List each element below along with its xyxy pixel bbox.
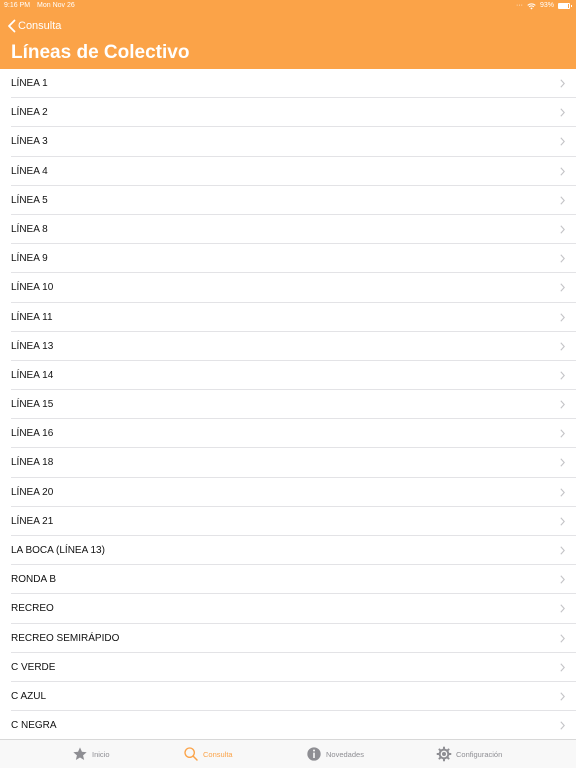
chevron-right-icon: [560, 137, 565, 146]
chevron-right-icon: [560, 342, 565, 351]
chevron-right-icon: [560, 458, 565, 468]
list-item-label: C VERDE: [11, 661, 56, 673]
list-item[interactable]: RECREO SEMIRÁPIDO: [0, 624, 576, 653]
tab-consulta[interactable]: Consulta: [183, 740, 233, 768]
list-item-label: LÍNEA 18: [11, 457, 54, 469]
list-item[interactable]: LÍNEA 5: [0, 186, 576, 216]
list-item[interactable]: LÍNEA 20: [0, 478, 576, 508]
list-item[interactable]: RECREO: [0, 594, 576, 624]
list-item[interactable]: LÍNEA 14: [0, 361, 576, 391]
star-icon: [73, 747, 87, 760]
chevron-right-icon: [560, 312, 565, 322]
chevron-right-icon: [560, 196, 565, 205]
chevron-right-icon: [560, 692, 565, 701]
chevron-right-icon: [560, 604, 565, 613]
more-dots-icon: ···: [515, 2, 523, 9]
tab-label: Consulta: [203, 749, 233, 759]
battery-fill: [559, 4, 569, 8]
list-item[interactable]: LÍNEA 11: [0, 303, 576, 332]
tab-inicio[interactable]: Inicio: [72, 740, 110, 768]
list-item-label: RECREO: [11, 603, 54, 615]
chevron-right-icon: [560, 546, 565, 555]
info-icon: [307, 747, 321, 761]
list-item-label: RECREO SEMIRÁPIDO: [11, 632, 120, 644]
list-item[interactable]: LÍNEA 10: [0, 273, 576, 303]
chevron-right-icon: [560, 488, 565, 497]
list-item-label: LÍNEA 15: [11, 399, 54, 411]
list-item[interactable]: LÍNEA 8: [0, 215, 576, 245]
list-item-label: LÍNEA 8: [11, 223, 48, 235]
list-item-label: LÍNEA 4: [11, 165, 48, 177]
list-item-label: LÍNEA 5: [11, 194, 48, 206]
chevron-right-icon: [560, 400, 565, 409]
search-icon: [184, 747, 198, 761]
battery-percent: 93%: [539, 2, 554, 9]
list-item[interactable]: LÍNEA 13: [0, 332, 576, 362]
list-item-label: LA BOCA (LÍNEA 13): [11, 545, 105, 556]
gear-icon: [436, 746, 452, 762]
status-left: 9:16 PM Mon Nov 26: [4, 0, 80, 12]
chevron-right-icon: [560, 517, 565, 526]
list-item-label: C NEGRA: [11, 720, 57, 732]
chevron-right-icon: [560, 663, 565, 672]
list-item-label: LÍNEA 11: [11, 311, 53, 323]
chevron-right-icon: [560, 721, 565, 730]
tab-novedades[interactable]: Novedades: [306, 740, 364, 768]
list-item-label: LÍNEA 10: [11, 282, 54, 294]
status-bar: 9:16 PM Mon Nov 26 ··· 93%: [0, 0, 576, 12]
list-item[interactable]: LÍNEA 9: [0, 244, 576, 274]
list-item-label: LÍNEA 13: [11, 340, 54, 352]
list-item[interactable]: LÍNEA 4: [0, 157, 576, 186]
list-item-label: LÍNEA 9: [11, 253, 48, 265]
back-button[interactable]: Consulta: [7, 18, 61, 34]
list-item-label: LÍNEA 20: [11, 486, 54, 498]
list-item-label: C AZUL: [11, 690, 47, 702]
chevron-right-icon: [560, 575, 565, 584]
chevron-right-icon: [560, 429, 565, 438]
list-item-label: LÍNEA 1: [11, 78, 48, 89]
status-time: 9:16 PM: [4, 2, 31, 9]
navigation-header: 9:16 PM Mon Nov 26 ··· 93% Consulta Líne…: [0, 0, 576, 69]
tab-label: Novedades: [326, 749, 364, 759]
list-item[interactable]: LÍNEA 3: [0, 127, 576, 157]
chevron-right-icon: [560, 108, 565, 117]
list-item[interactable]: LÍNEA 16: [0, 419, 576, 449]
status-date: Mon Nov 26: [37, 2, 75, 9]
list-item[interactable]: LÍNEA 21: [0, 507, 576, 537]
back-label: Consulta: [18, 20, 62, 32]
chevron-right-icon: [560, 633, 565, 643]
lines-list: LÍNEA 1 LÍNEA 2 LÍNEA 3 LÍNEA 4 LÍNEA 5 LÍNEA…: [0, 69, 576, 739]
battery-icon: [558, 3, 572, 9]
list-item[interactable]: LÍNEA 18: [0, 448, 576, 478]
page-title: Líneas de Colectivo: [11, 42, 190, 63]
list-item-label: RONDA B: [11, 574, 57, 586]
list-item[interactable]: RONDA B: [0, 565, 576, 595]
wifi-icon: [527, 2, 536, 9]
chevron-right-icon: [560, 371, 565, 380]
list-item-label: LÍNEA 14: [11, 369, 54, 381]
list-item[interactable]: C NEGRA: [0, 711, 576, 739]
list-item-label: LÍNEA 16: [11, 428, 54, 440]
tab-label: Configuración: [456, 749, 503, 759]
chevron-right-icon: [560, 225, 565, 234]
tab-label: Inicio: [92, 749, 110, 759]
status-right: ··· 93%: [515, 0, 572, 12]
tab-bar: Inicio Consulta Novedades Configuración: [0, 739, 576, 768]
list-item[interactable]: LA BOCA (LÍNEA 13): [0, 536, 576, 566]
list-item-label: LÍNEA 3: [11, 136, 48, 148]
chevron-right-icon: [560, 166, 565, 176]
tab-configuracion[interactable]: Configuración: [436, 740, 502, 768]
list-item[interactable]: C VERDE: [0, 653, 576, 683]
chevron-right-icon: [560, 79, 565, 88]
chevron-right-icon: [560, 254, 565, 263]
list-item[interactable]: LÍNEA 2: [0, 98, 576, 128]
list-item[interactable]: LÍNEA 1: [0, 69, 576, 99]
list-item-label: LÍNEA 2: [11, 107, 48, 119]
chevron-left-icon: [8, 19, 16, 33]
list-item[interactable]: LÍNEA 15: [0, 390, 576, 420]
list-item[interactable]: C AZUL: [0, 682, 576, 712]
chevron-right-icon: [560, 283, 565, 292]
list-item-label: LÍNEA 21: [11, 515, 54, 527]
